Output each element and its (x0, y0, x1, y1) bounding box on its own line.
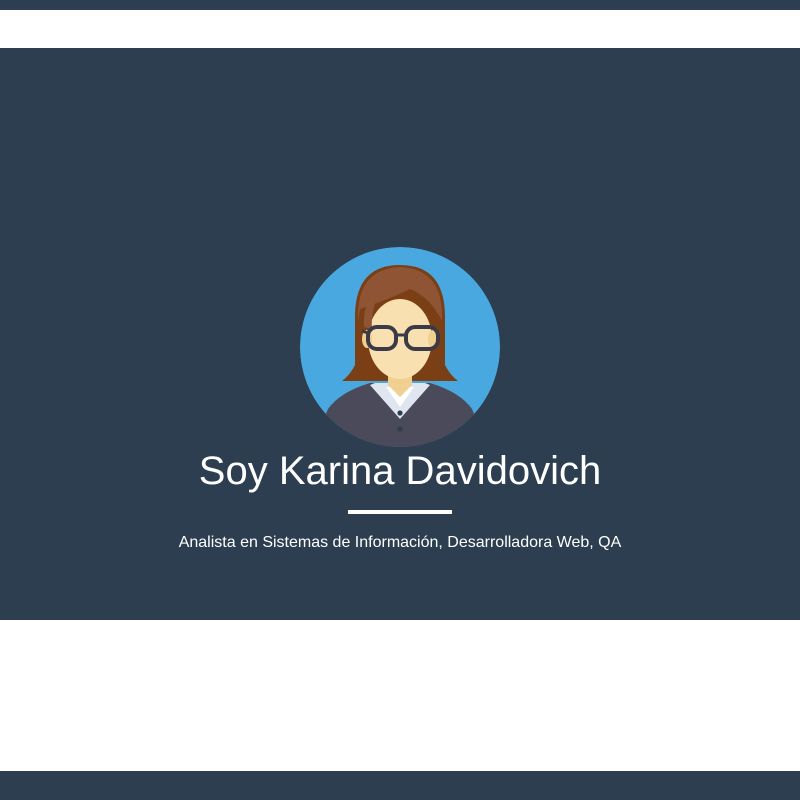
title-divider (348, 510, 452, 514)
hero-title: Soy Karina Davidovich (198, 449, 602, 493)
next-section-strip (0, 771, 800, 800)
hero-section: Soy Karina Davidovich Analista en Sistem… (0, 48, 800, 620)
profile-avatar (300, 247, 500, 447)
content-section (0, 620, 800, 771)
woman-avatar-icon (300, 247, 500, 447)
top-navbar-strip (0, 0, 800, 10)
hero-subtitle: Analista en Sistemas de Información, Des… (178, 534, 622, 551)
navbar-band (0, 10, 800, 48)
